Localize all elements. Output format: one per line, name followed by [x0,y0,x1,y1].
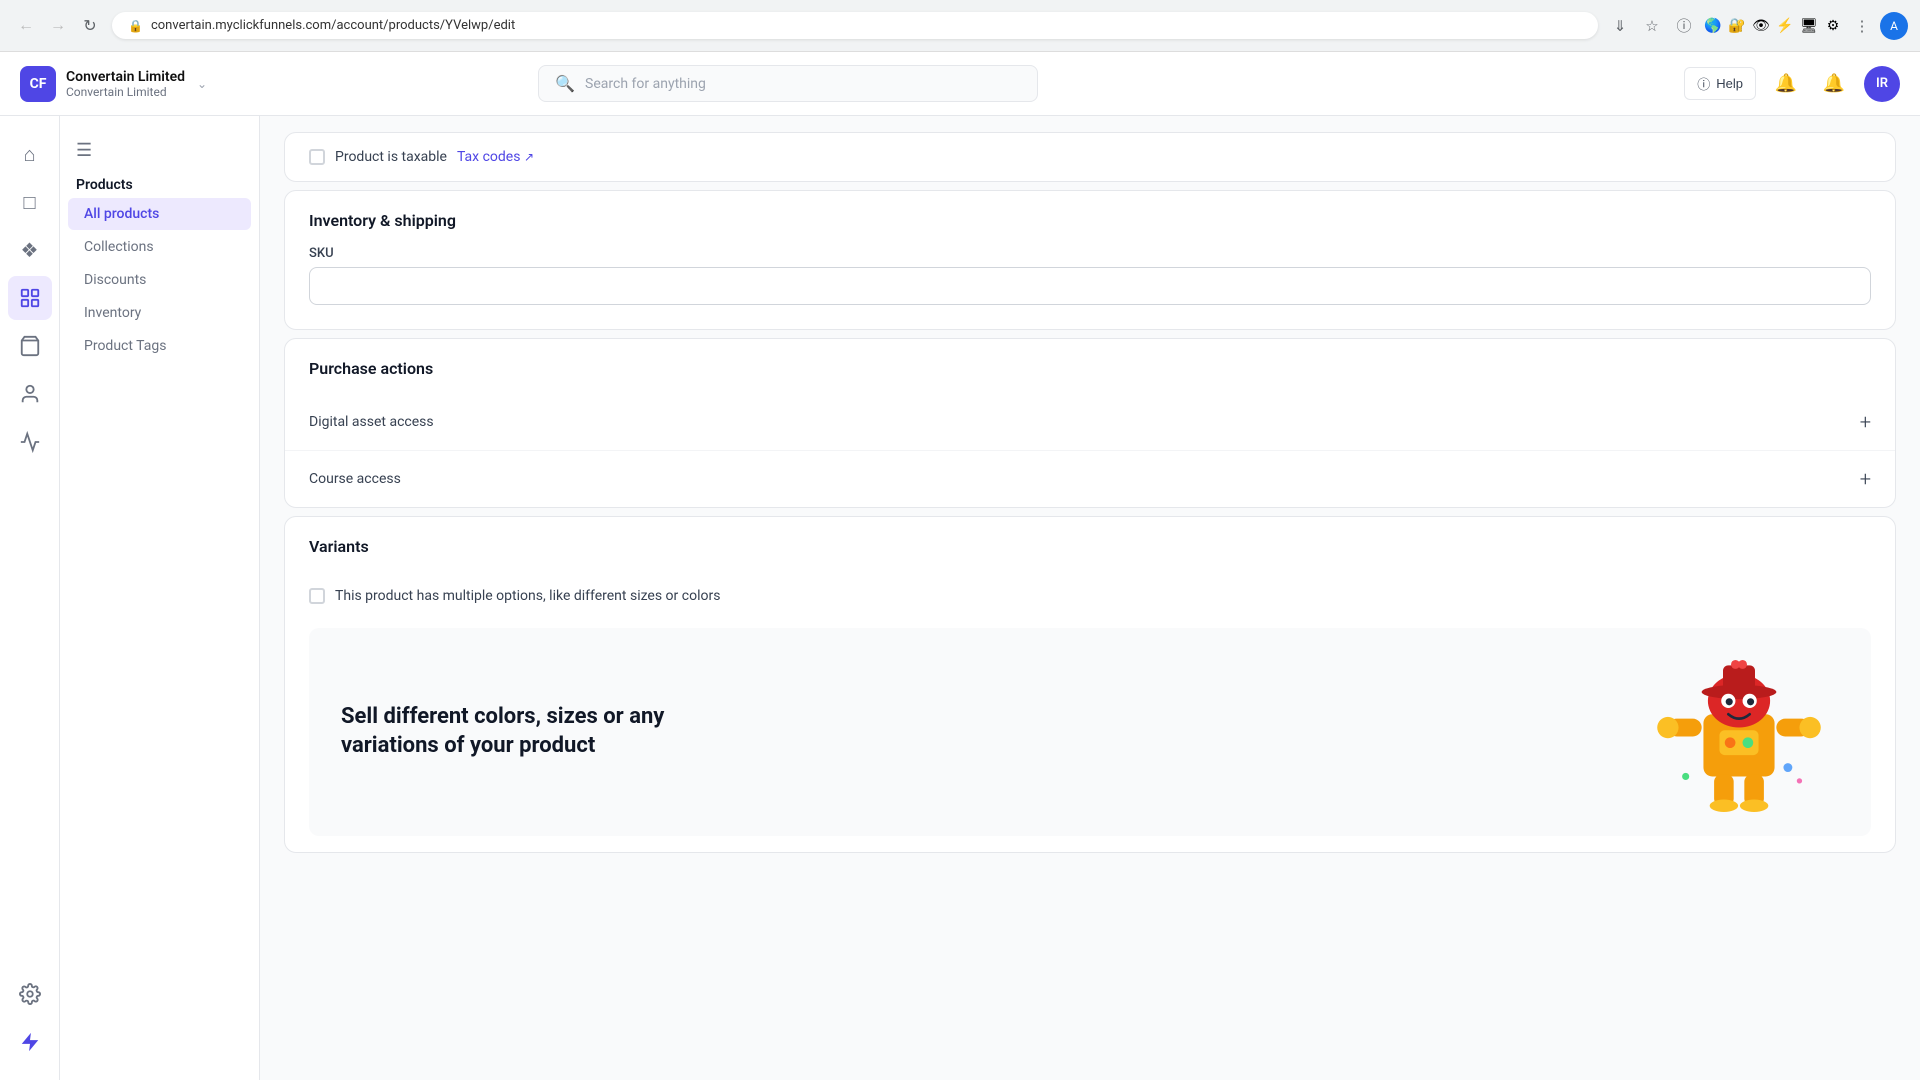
browser-profile[interactable]: A [1880,12,1908,40]
back-button[interactable]: ← [12,12,40,40]
ext-icon-1[interactable]: 🌎 [1702,15,1724,37]
sidebar-icon-filter[interactable]: ❖ [8,228,52,272]
sidebar-item-product-tags[interactable]: Product Tags [68,330,251,362]
forward-button[interactable]: → [44,12,72,40]
ext-icon-3[interactable]: 👁 [1750,15,1772,37]
variants-promo-block: Sell different colors, sizes or any vari… [309,628,1871,836]
main-content: Product is taxable Tax codes ↗ Inventory… [260,116,1920,1080]
user-avatar[interactable]: IR [1864,66,1900,102]
ext-icon-2[interactable]: 🔐 [1726,15,1748,37]
url-text: convertain.myclickfunnels.com/account/pr… [151,18,515,33]
sidebar-item-label: All products [84,206,159,222]
sidebar-icon-home[interactable]: ⌂ [8,132,52,176]
sidebar-item-label: Collections [84,239,154,255]
inventory-section-title: Inventory & shipping [309,211,1871,230]
variants-card: Variants This product has multiple optio… [284,516,1896,853]
address-bar[interactable]: 🔒 convertain.myclickfunnels.com/account/… [112,12,1598,39]
taxable-label: Product is taxable [335,149,447,165]
menu-button[interactable]: ⋮ [1848,12,1876,40]
brand-logo[interactable]: CF Convertain Limited Convertain Limited… [20,66,207,102]
sidebar-icon-settings[interactable] [8,972,52,1016]
sidebar-item-discounts[interactable]: Discounts [68,264,251,296]
search-placeholder: Search for anything [585,76,706,92]
taxable-checkbox-row: Product is taxable Tax codes ↗ [309,149,534,165]
info-button[interactable]: ⓘ [1670,12,1698,40]
sidebar-item-label: Discounts [84,272,146,288]
promo-image [1639,652,1839,812]
download-button[interactable]: ⇓ [1606,12,1634,40]
sidebar-item-inventory[interactable]: Inventory [68,297,251,329]
tax-card: Product is taxable Tax codes ↗ [284,132,1896,182]
digital-asset-access-row[interactable]: Digital asset access + [285,394,1895,450]
lock-icon: 🔒 [128,19,143,33]
notification-share-button[interactable]: 🔔 [1768,66,1804,102]
bookmark-button[interactable]: ☆ [1638,12,1666,40]
sidebar-item-collections[interactable]: Collections [68,231,251,263]
brand-chevron-icon: ⌄ [197,77,207,91]
course-access-plus-icon: + [1860,467,1871,491]
digital-asset-access-label: Digital asset access [309,414,434,430]
search-icon: 🔍 [555,74,575,93]
inventory-section-header: Inventory & shipping [285,191,1895,246]
promo-text: Sell different colors, sizes or any vari… [341,703,741,760]
brand-name-block: Convertain Limited Convertain Limited [66,69,185,99]
brand-sub: Convertain Limited [66,85,185,99]
variants-section-title: Variants [309,537,1871,556]
sku-input[interactable] [309,267,1871,305]
sidebar-icon-contacts[interactable] [8,372,52,416]
course-access-label: Course access [309,471,401,487]
variants-checkbox[interactable] [309,588,325,604]
sidebar-icon-brand[interactable] [8,1020,52,1064]
purchase-actions-rows: Digital asset access + Course access + [285,394,1895,507]
reload-button[interactable]: ↻ [76,12,104,40]
extensions: 🌎 🔐 👁 ⚡ 🖥 ⚙ [1702,15,1844,37]
brand-icon: CF [20,66,56,102]
purchase-actions-header: Purchase actions [285,339,1895,394]
sidebar-menu-toggle[interactable]: ☰ [60,132,259,169]
variants-option-row: This product has multiple options, like … [285,572,1895,620]
nav-section-title: Products [60,169,259,197]
nav-sidebar: ☰ Products All products Collections Disc… [60,116,260,1080]
browser-nav-buttons: ← → ↻ [12,12,104,40]
tax-codes-link[interactable]: Tax codes ↗ [457,149,534,165]
help-button[interactable]: ⓘ Help [1684,67,1756,100]
ext-icon-4[interactable]: ⚡ [1774,15,1796,37]
purchase-actions-title: Purchase actions [309,359,1871,378]
robot-illustration [1639,652,1839,812]
sidebar-icon-analytics[interactable] [8,420,52,464]
top-bar: CF Convertain Limited Convertain Limited… [0,52,1920,116]
external-link-icon: ↗ [524,150,534,164]
variants-checkbox-label: This product has multiple options, like … [335,588,720,604]
digital-asset-plus-icon: + [1860,410,1871,434]
ext-icon-6[interactable]: ⚙ [1822,15,1844,37]
course-access-row[interactable]: Course access + [285,450,1895,507]
help-circle-icon: ⓘ [1697,74,1710,93]
top-bar-actions: ⓘ Help 🔔 🔔 IR [1684,66,1900,102]
purchase-actions-card: Purchase actions Digital asset access + … [284,338,1896,508]
icon-sidebar: ⌂ □ ❖ [0,116,60,1080]
inventory-section-body: SKU [285,246,1895,329]
main-layout: ⌂ □ ❖ [0,116,1920,1080]
bell-button[interactable]: 🔔 [1816,66,1852,102]
sidebar-icon-orders[interactable] [8,324,52,368]
sku-label: SKU [309,246,1871,261]
inventory-shipping-card: Inventory & shipping SKU [284,190,1896,330]
ext-icon-5[interactable]: 🖥 [1798,15,1820,37]
sidebar-item-label: Inventory [84,305,141,321]
taxable-checkbox[interactable] [309,149,325,165]
promo-title: Sell different colors, sizes or any vari… [341,703,741,760]
variants-section-header: Variants [285,517,1895,572]
help-label: Help [1716,76,1743,91]
search-bar[interactable]: 🔍 Search for anything [538,65,1038,102]
browser-actions: ⇓ ☆ ⓘ 🌎 🔐 👁 ⚡ 🖥 ⚙ ⋮ A [1606,12,1908,40]
browser-chrome: ← → ↻ 🔒 convertain.myclickfunnels.com/ac… [0,0,1920,52]
sidebar-icon-products[interactable] [8,276,52,320]
sidebar-icon-pages[interactable]: □ [8,180,52,224]
brand-name: Convertain Limited [66,69,185,85]
sidebar-item-label: Product Tags [84,338,166,354]
sidebar-item-all-products[interactable]: All products [68,198,251,230]
